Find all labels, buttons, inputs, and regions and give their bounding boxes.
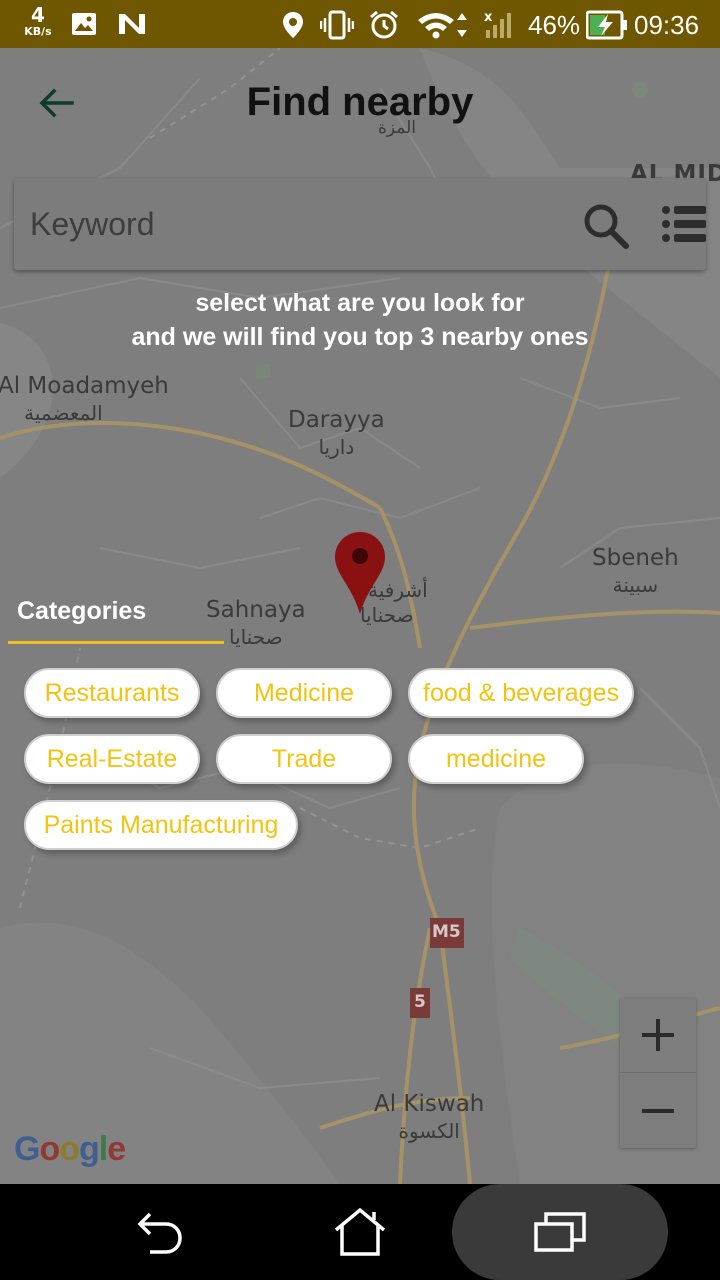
road-shield-m5: M5 [432, 922, 461, 942]
system-nav-bar [0, 1184, 720, 1280]
page-title: Find nearby [246, 80, 474, 124]
categories-title: Categories [17, 597, 147, 625]
map-label-moadamyeh: Al Moadamyeh المعضمية [0, 372, 169, 426]
instruction-line-1: select what are you look for [195, 289, 525, 317]
category-chip-food-beverages[interactable]: food & beverages [408, 668, 634, 718]
category-chip-trade[interactable]: Trade [216, 734, 392, 784]
search-bar [14, 178, 706, 270]
category-chip-medicine-lower[interactable]: medicine [408, 734, 584, 784]
map-label-sbeneh: Sbeneh سبينة [592, 544, 679, 598]
map-label-darayya-ar: داريا [318, 434, 355, 459]
map-label-moadamyeh-ar: المعضمية [24, 400, 103, 425]
map-label-kiswah-ar: الكسوة [398, 1118, 460, 1143]
alarm-icon [370, 10, 398, 39]
network-speed-value: 4 [31, 3, 45, 27]
category-chip-real-estate[interactable]: Real-Estate [24, 734, 200, 784]
zoom-controls [620, 998, 696, 1148]
battery-charging-icon [586, 10, 627, 40]
notification-n-icon [119, 14, 145, 34]
zoom-in-button[interactable] [620, 998, 696, 1073]
home-icon [334, 1207, 386, 1256]
clock: 09:36 [634, 10, 700, 40]
nav-home-button[interactable] [310, 1184, 410, 1280]
wifi-signal-icon: x [418, 10, 511, 39]
back-icon [137, 1212, 182, 1254]
map-label-darayya: Darayya داريا [288, 406, 385, 460]
category-chip-paints-manufacturing[interactable]: Paints Manufacturing [24, 800, 298, 850]
map-label-sbeneh-en: Sbeneh [592, 545, 679, 571]
road-shield-5: 5 [414, 992, 426, 1012]
map-label-darayya-en: Darayya [288, 407, 385, 433]
location-marker-icon[interactable] [332, 530, 388, 616]
location-icon [283, 12, 303, 38]
vibrate-icon [320, 10, 354, 40]
list-menu-icon[interactable] [658, 202, 710, 246]
recent-apps-icon [534, 1212, 586, 1252]
nav-recent-apps-button[interactable] [452, 1184, 668, 1280]
svg-text:x: x [484, 10, 493, 25]
battery-percent: 46% [528, 10, 581, 40]
network-speed-unit: KB/s [24, 25, 52, 38]
gallery-icon [72, 13, 96, 35]
categories-tab[interactable]: Categories [8, 594, 224, 644]
map-label-moadamyeh-en: Al Moadamyeh [0, 373, 169, 399]
instruction-line-2: and we will find you top 3 nearby ones [131, 323, 589, 351]
search-icon[interactable] [580, 200, 632, 252]
status-bar: 4 KB/s x 46% 09:36 [0, 0, 720, 48]
nav-back-button[interactable] [110, 1184, 210, 1280]
plus-icon [642, 1019, 674, 1051]
category-chip-restaurants[interactable]: Restaurants [24, 668, 200, 718]
keyword-input[interactable] [30, 198, 550, 250]
minus-icon [642, 1108, 674, 1113]
map-label-kiswah: Al Kiswah الكسوة [374, 1090, 484, 1144]
map-label-sbeneh-ar: سبينة [612, 572, 659, 597]
category-chip-medicine[interactable]: Medicine [216, 668, 392, 718]
zoom-out-button[interactable] [620, 1073, 696, 1148]
instruction-text: select what are you look for and we will… [0, 286, 720, 354]
google-logo: Google [14, 1130, 126, 1168]
map-label-kiswah-en: Al Kiswah [374, 1091, 485, 1117]
network-speed: 4 KB/s [18, 5, 58, 37]
